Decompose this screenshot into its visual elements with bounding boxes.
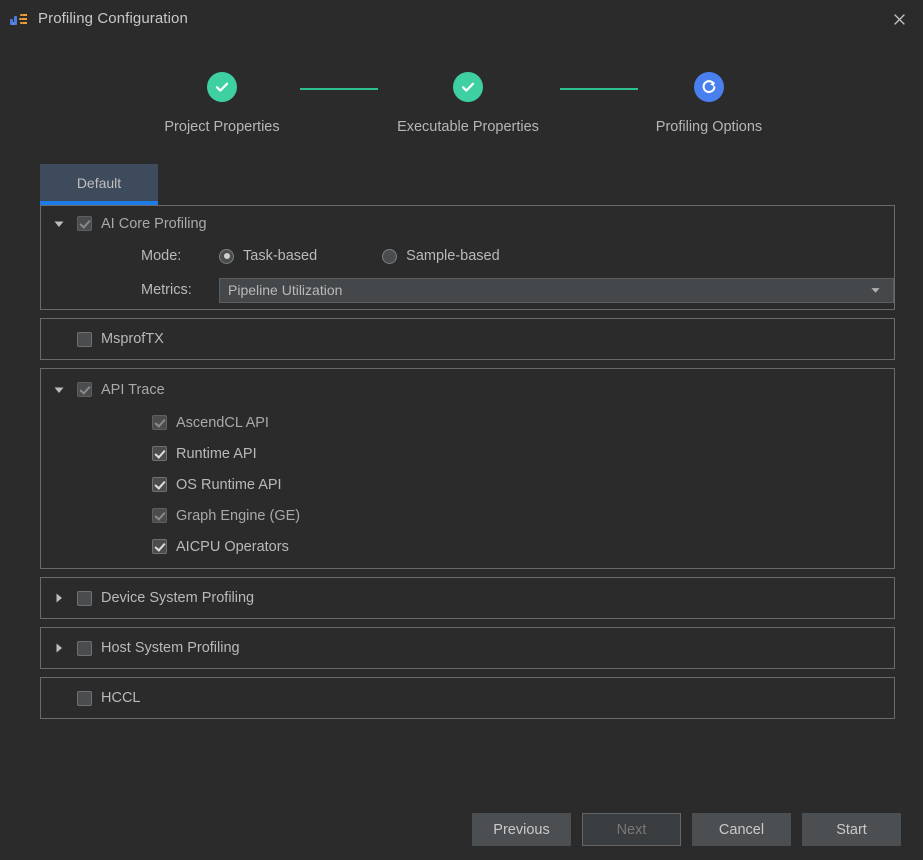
row-mode: Mode: Task-based Sample-based [41,241,894,271]
label-msproftx: MsprofTX [101,331,164,347]
step-executable-properties[interactable]: Executable Properties [368,72,568,135]
label-ai-core-profiling: AI Core Profiling [101,215,207,232]
checkbox-ai-core-profiling[interactable] [77,216,92,231]
start-button[interactable]: Start [802,813,901,846]
cancel-button[interactable]: Cancel [692,813,791,846]
close-icon[interactable] [885,5,913,33]
panel-header-host-system-profiling: Host System Profiling [41,628,894,668]
checkbox-os-runtime-api[interactable] [152,477,167,492]
label-metrics: Metrics: [141,282,192,298]
checkbox-device-system-profiling[interactable] [77,590,92,606]
metrics-selected-value: Pipeline Utilization [228,282,343,298]
tab-strip: Default [40,164,895,205]
radio-task-based[interactable] [219,248,234,264]
panel-ai-core-profiling: AI Core Profiling Mode: Task-based Sampl… [40,205,895,310]
panel-header-api-trace: API Trace [41,372,894,407]
label-runtime-api: Runtime API [176,445,257,462]
row-metrics: Metrics: Pipeline Utilization [41,271,894,309]
row-ascendcl-api: AscendCL API [41,407,894,438]
panel-msproftx: MsprofTX [40,318,895,360]
window-title: Profiling Configuration [38,10,188,27]
previous-button[interactable]: Previous [472,813,571,846]
checkbox-graph-engine[interactable] [152,508,167,523]
profiling-options-list: AI Core Profiling Mode: Task-based Sampl… [40,205,895,727]
refresh-spinner-icon [694,72,724,102]
check-icon [453,72,483,102]
label-os-runtime-api: OS Runtime API [176,476,282,493]
checkbox-aicpu-operators[interactable] [152,539,167,554]
checkbox-host-system-profiling[interactable] [77,640,92,656]
panel-host-system-profiling: Host System Profiling [40,627,895,669]
panel-device-system-profiling: Device System Profiling [40,577,895,619]
step-profiling-options[interactable]: Profiling Options [609,72,809,135]
label-aicpu-operators: AICPU Operators [176,538,289,555]
label-ascendcl-api: AscendCL API [176,414,269,431]
chevron-right-icon[interactable] [49,638,69,658]
step-label: Project Properties [164,119,280,135]
label-graph-engine: Graph Engine (GE) [176,507,301,524]
wizard-stepper: Project Properties Executable Properties… [0,60,923,150]
dialog-footer: Previous Next Cancel Start [0,813,923,846]
tab-default[interactable]: Default [40,164,158,205]
checkbox-hccl[interactable] [77,690,92,706]
checkbox-api-trace[interactable] [77,382,92,397]
metrics-dropdown[interactable]: Pipeline Utilization [219,277,894,303]
checkbox-msproftx[interactable] [77,331,92,347]
label-host-system-profiling: Host System Profiling [101,640,240,656]
radio-sample-based[interactable] [382,248,398,264]
label-task-based: Task-based [243,248,318,264]
chevron-down-icon[interactable] [49,380,69,400]
label-sample-based: Sample-based [406,248,500,264]
panel-header-hccl: HCCL [41,678,894,718]
row-aicpu-operators: AICPU Operators [41,531,894,562]
panel-header-device-system-profiling: Device System Profiling [41,578,894,618]
checkbox-ascendcl-api[interactable] [152,415,167,430]
chevron-down-icon[interactable] [49,214,69,234]
checkbox-runtime-api[interactable] [152,446,167,461]
panel-api-trace: API Trace AscendCL API Runtime API OS Ru… [40,368,895,569]
label-device-system-profiling: Device System Profiling [101,590,255,606]
radio-task-based-group[interactable]: Task-based [219,248,317,264]
panel-header-ai-core-profiling: AI Core Profiling [41,206,894,241]
check-icon [207,72,237,102]
panel-hccl: HCCL [40,677,895,719]
label-hccl: HCCL [101,690,141,706]
chevron-right-icon[interactable] [49,588,69,608]
chevron-down-icon [870,285,881,296]
row-runtime-api: Runtime API [41,438,894,469]
row-os-runtime-api: OS Runtime API [41,469,894,500]
panel-header-msproftx: MsprofTX [41,319,894,359]
step-label: Profiling Options [655,119,763,135]
radio-sample-based-group[interactable]: Sample-based [382,248,500,264]
tab-label: Default [76,174,122,191]
step-label: Executable Properties [397,119,539,135]
step-project-properties[interactable]: Project Properties [122,72,322,135]
label-mode: Mode: [141,248,182,264]
label-api-trace: API Trace [101,381,165,398]
row-graph-engine: Graph Engine (GE) [41,500,894,531]
window-titlebar: Profiling Configuration [0,0,923,37]
profiling-app-icon [10,11,28,27]
next-button: Next [582,813,681,846]
